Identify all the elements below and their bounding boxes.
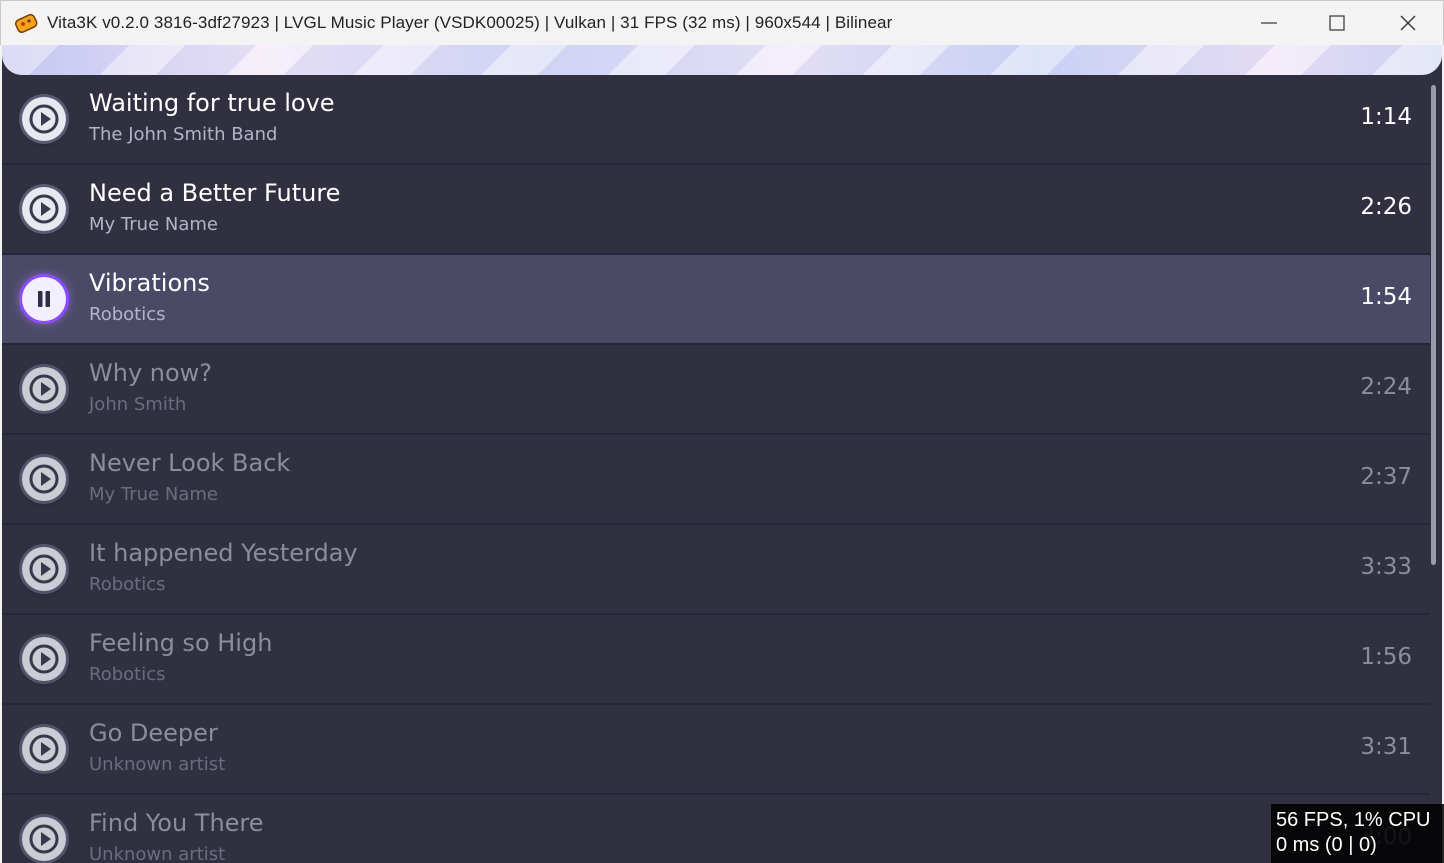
track-row[interactable]: Why now? John Smith 2:24 bbox=[2, 345, 1430, 435]
perf-frame-time: 0 ms (0 | 0) bbox=[1276, 834, 1377, 856]
play-button[interactable] bbox=[22, 727, 66, 771]
track-title: Find You There bbox=[89, 809, 264, 837]
maximize-button[interactable] bbox=[1302, 1, 1372, 46]
track-title: It happened Yesterday bbox=[89, 539, 358, 567]
track-duration: 2:24 bbox=[1360, 374, 1412, 400]
play-icon bbox=[29, 554, 59, 584]
track-artist: John Smith bbox=[89, 394, 187, 415]
vita3k-app-icon bbox=[14, 11, 38, 35]
track-duration: 1:14 bbox=[1360, 104, 1412, 130]
track-duration: 3:31 bbox=[1360, 734, 1412, 760]
track-row[interactable]: Go Deeper Unknown artist 3:31 bbox=[2, 705, 1430, 795]
close-button[interactable] bbox=[1373, 1, 1443, 46]
play-icon bbox=[29, 374, 59, 404]
track-title: Why now? bbox=[89, 359, 213, 387]
track-row[interactable]: Find You ThereUnknown artist3:00 bbox=[2, 795, 1430, 863]
pause-button[interactable] bbox=[22, 277, 66, 321]
play-button[interactable] bbox=[22, 637, 66, 681]
player-header-band bbox=[2, 45, 1442, 75]
play-button[interactable] bbox=[22, 187, 66, 231]
track-list[interactable]: Waiting for true love The John Smith Band… bbox=[2, 75, 1430, 863]
maximize-icon bbox=[1329, 15, 1345, 31]
play-icon bbox=[29, 824, 59, 854]
play-icon bbox=[29, 464, 59, 494]
play-button[interactable] bbox=[22, 547, 66, 591]
play-icon bbox=[29, 734, 59, 764]
track-title: Go Deeper bbox=[89, 719, 218, 747]
track-artist: Unknown artist bbox=[89, 844, 226, 863]
music-player-screen: Waiting for true love The John Smith Band… bbox=[2, 45, 1442, 863]
track-title: Waiting for true love bbox=[89, 89, 335, 117]
play-button[interactable] bbox=[22, 367, 66, 411]
track-duration: 1:56 bbox=[1360, 644, 1412, 670]
perf-fps-cpu: 56 FPS, 1% CPU bbox=[1276, 809, 1431, 831]
track-duration: 2:37 bbox=[1360, 464, 1412, 490]
track-row[interactable]: Vibrations Robotics 1:54 bbox=[2, 255, 1430, 345]
track-artist: My True Name bbox=[89, 214, 218, 235]
track-row[interactable]: It happened Yesterday Robotics 3:33 bbox=[2, 525, 1430, 615]
play-button[interactable] bbox=[22, 457, 66, 501]
track-title: Never Look Back bbox=[89, 449, 291, 477]
play-icon bbox=[29, 194, 59, 224]
track-duration: 2:26 bbox=[1360, 194, 1412, 220]
track-title: Feeling so High bbox=[89, 629, 273, 657]
close-icon bbox=[1400, 15, 1416, 31]
track-list-scrollbar[interactable] bbox=[1431, 85, 1436, 565]
track-artist: Unknown artist bbox=[89, 754, 226, 775]
track-artist: Robotics bbox=[89, 574, 166, 595]
track-duration: 3:33 bbox=[1360, 554, 1412, 580]
track-artist: Robotics bbox=[89, 304, 166, 325]
play-button[interactable] bbox=[22, 817, 66, 861]
title-bar[interactable]: Vita3K v0.2.0 3816-3df27923 | LVGL Music… bbox=[0, 0, 1444, 45]
play-icon bbox=[29, 644, 59, 674]
track-artist: The John Smith Band bbox=[89, 124, 278, 145]
track-title: Need a Better Future bbox=[89, 179, 341, 207]
track-duration: 1:54 bbox=[1360, 284, 1412, 310]
track-row[interactable]: Waiting for true love The John Smith Band… bbox=[2, 75, 1430, 165]
track-row[interactable]: Never Look Back My True Name 2:37 bbox=[2, 435, 1430, 525]
performance-overlay: 56 FPS, 1% CPU 0 ms (0 | 0) bbox=[1271, 804, 1444, 863]
minimize-button[interactable] bbox=[1234, 1, 1304, 46]
window-title: Vita3K v0.2.0 3816-3df27923 | LVGL Music… bbox=[47, 13, 893, 32]
track-artist: My True Name bbox=[89, 484, 218, 505]
pause-icon bbox=[38, 291, 50, 307]
play-icon bbox=[29, 104, 59, 134]
track-title: Vibrations bbox=[89, 269, 210, 297]
play-button[interactable] bbox=[22, 97, 66, 141]
minimize-icon bbox=[1261, 22, 1277, 24]
track-row[interactable]: Need a Better Future My True Name 2:26 bbox=[2, 165, 1430, 255]
track-artist: Robotics bbox=[89, 664, 166, 685]
track-row[interactable]: Feeling so High Robotics 1:56 bbox=[2, 615, 1430, 705]
